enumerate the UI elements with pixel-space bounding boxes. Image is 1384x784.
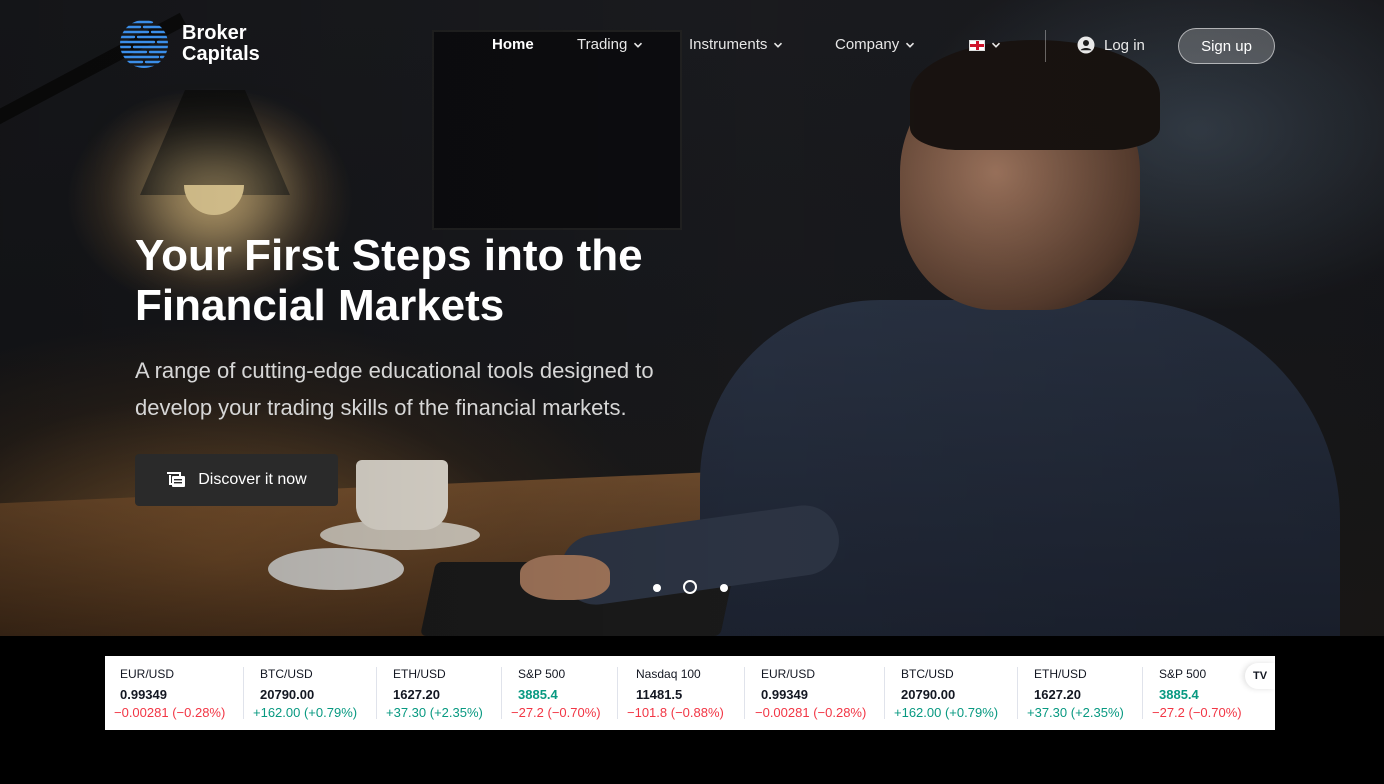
ticker-price: 0.99349 — [120, 687, 167, 702]
ticker-divider — [1017, 667, 1018, 719]
ticker-symbol: Nasdaq 100 — [636, 667, 701, 681]
ticker-price: 11481.5 — [636, 687, 683, 702]
ticker-divider — [501, 667, 502, 719]
ticker-item[interactable]: S&P 500 3885.4 −27.2 (−0.70%) — [511, 656, 601, 730]
carousel-dot-2[interactable] — [683, 580, 697, 594]
language-chevron-down-icon[interactable] — [991, 40, 1001, 50]
ticker-item[interactable]: S&P 500 3885.4 −27.2 (−0.70%) — [1152, 656, 1242, 730]
ticker-symbol: S&P 500 — [1159, 667, 1207, 681]
nav-company-label: Company — [835, 36, 900, 53]
ticker-symbol: S&P 500 — [518, 667, 566, 681]
ticker-item[interactable]: EUR/USD 0.99349 −0.00281 (−0.28%) — [114, 656, 225, 730]
ticker-change: +37.30 (+2.35%) — [1027, 705, 1124, 720]
ticker-price: 0.99349 — [761, 687, 808, 702]
nav-instruments-label: Instruments — [689, 36, 768, 53]
hero-title: Your First Steps into the Financial Mark… — [135, 231, 735, 331]
logo-line-2: Capitals — [182, 43, 260, 65]
ticker-symbol: ETH/USD — [393, 667, 446, 681]
ticker-symbol: EUR/USD — [120, 667, 175, 681]
login-link[interactable]: Log in — [1077, 36, 1145, 54]
ticker-divider — [617, 667, 618, 719]
chevron-down-icon — [634, 42, 643, 48]
signup-button[interactable]: Sign up — [1178, 28, 1275, 64]
ticker-price: 20790.00 — [901, 687, 956, 702]
england-flag-icon[interactable] — [969, 40, 985, 51]
ticker-item[interactable]: BTC/USD 20790.00 +162.00 (+0.79%) — [894, 656, 998, 730]
nav-divider — [1045, 30, 1046, 62]
login-label: Log in — [1104, 36, 1145, 54]
ticker-change: −0.00281 (−0.28%) — [114, 705, 226, 720]
hero-subtitle-line-2: develop your trading skills of the finan… — [135, 395, 627, 420]
nav-trading[interactable]: Trading — [577, 36, 643, 53]
ticker-change: +162.00 (+0.79%) — [894, 705, 999, 720]
hero-title-line-2: Financial Markets — [135, 281, 505, 330]
ticker-divider — [884, 667, 885, 719]
chevron-down-icon — [774, 42, 783, 48]
nav-instruments[interactable]: Instruments — [689, 36, 783, 53]
ticker-item[interactable]: ETH/USD 1627.20 +37.30 (+2.35%) — [386, 656, 483, 730]
ticker-divider — [744, 667, 745, 719]
ticker-price: 1627.20 — [393, 687, 440, 702]
ticker-item[interactable]: Nasdaq 100 11481.5 −101.8 (−0.88%) — [627, 656, 724, 730]
ticker-price: 1627.20 — [1034, 687, 1081, 702]
hero-subtitle-line-1: A range of cutting-edge educational tool… — [135, 358, 654, 383]
ticker-symbol: BTC/USD — [260, 667, 313, 681]
discover-button[interactable]: Discover it now — [135, 454, 338, 506]
hero-subtitle: A range of cutting-edge educational tool… — [135, 352, 735, 426]
ticker-change: −27.2 (−0.70%) — [511, 705, 601, 720]
carousel-dot-1[interactable] — [653, 584, 661, 592]
ticker-symbol: EUR/USD — [761, 667, 816, 681]
ticker-change: −101.8 (−0.88%) — [627, 705, 724, 720]
chevron-down-icon — [906, 42, 915, 48]
ticker-item[interactable]: ETH/USD 1627.20 +37.30 (+2.35%) — [1027, 656, 1124, 730]
ticker-change: −0.00281 (−0.28%) — [755, 705, 867, 720]
user-icon — [1077, 36, 1095, 54]
tradingview-logo-icon[interactable]: TV — [1245, 663, 1275, 689]
top-navbar: Broker Capitals Home Trading Instruments… — [0, 0, 1384, 92]
ticker-change: −27.2 (−0.70%) — [1152, 705, 1242, 720]
nav-trading-label: Trading — [577, 36, 628, 53]
ticker-divider — [1142, 667, 1143, 719]
scroll-icon — [167, 472, 186, 487]
carousel-dot-3[interactable] — [720, 584, 728, 592]
ticker-divider — [243, 667, 244, 719]
discover-button-label: Discover it now — [198, 471, 307, 488]
ticker-change: +162.00 (+0.79%) — [253, 705, 358, 720]
ticker-price: 3885.4 — [1159, 687, 1199, 702]
ticker-symbol: BTC/USD — [901, 667, 954, 681]
ticker-item[interactable]: BTC/USD 20790.00 +162.00 (+0.79%) — [253, 656, 357, 730]
ticker-symbol: ETH/USD — [1034, 667, 1087, 681]
ticker-price: 3885.4 — [518, 687, 558, 702]
globe-logo-icon — [120, 20, 168, 68]
logo-link[interactable]: Broker Capitals — [118, 18, 260, 70]
logo-line-1: Broker — [182, 22, 247, 44]
ticker-item[interactable]: EUR/USD 0.99349 −0.00281 (−0.28%) — [755, 656, 866, 730]
nav-home[interactable]: Home — [492, 36, 534, 53]
ticker-price: 20790.00 — [260, 687, 315, 702]
nav-company[interactable]: Company — [835, 36, 915, 53]
hero-title-line-1: Your First Steps into the — [135, 231, 643, 280]
ticker-change: +37.30 (+2.35%) — [386, 705, 483, 720]
logo-text: Broker Capitals — [182, 23, 260, 65]
ticker-divider — [376, 667, 377, 719]
ticker-tape: EUR/USD 0.99349 −0.00281 (−0.28%) BTC/US… — [105, 656, 1275, 730]
nav-home-label: Home — [492, 36, 534, 53]
